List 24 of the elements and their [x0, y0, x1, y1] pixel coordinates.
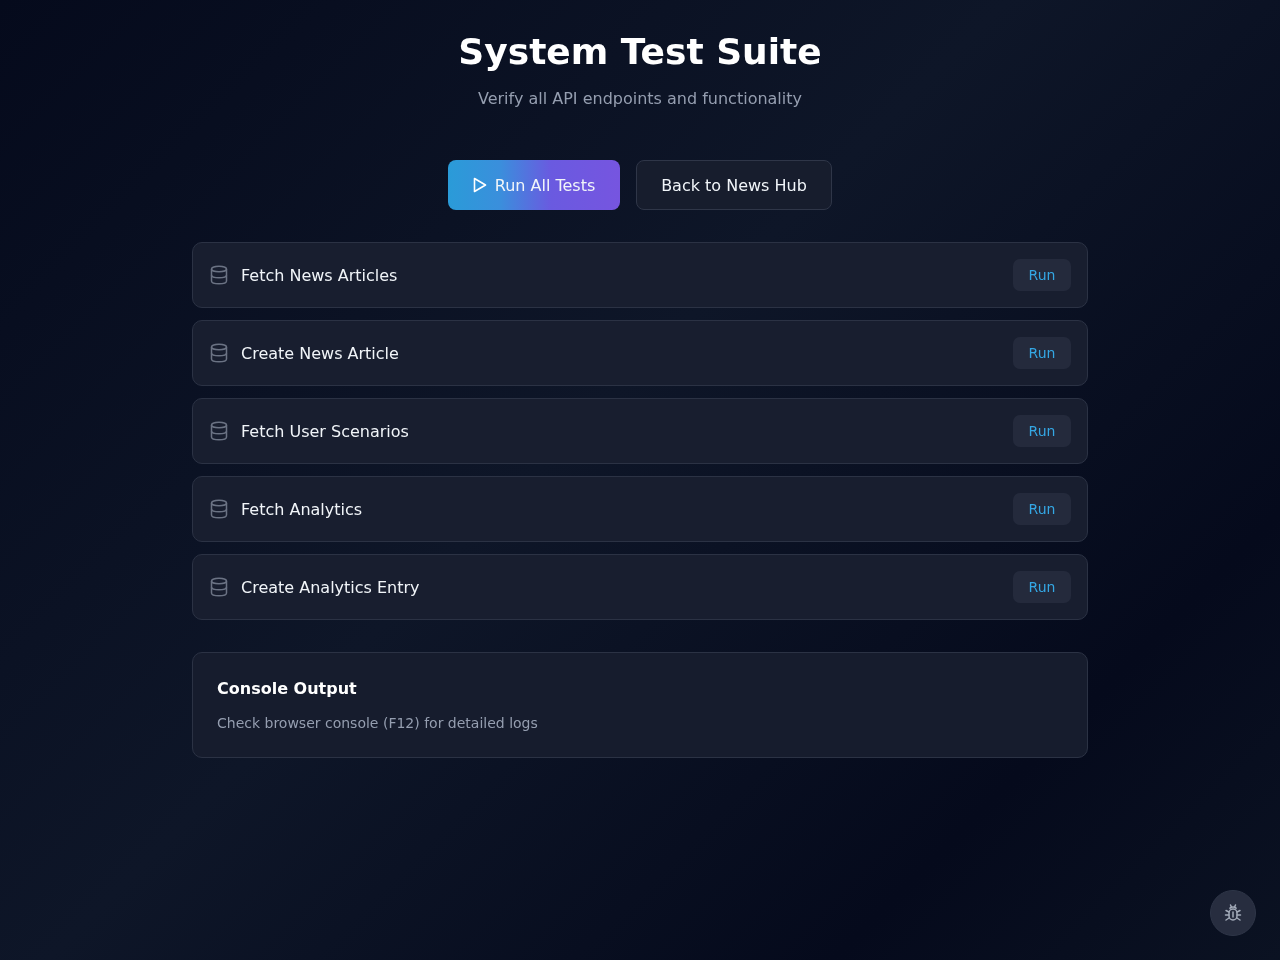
database-icon — [210, 577, 228, 597]
play-icon — [472, 177, 487, 193]
test-name: Fetch Analytics — [241, 499, 364, 519]
test-name: Create Analytics Entry — [241, 577, 421, 597]
database-icon — [210, 265, 228, 285]
test-name: Fetch User Scenarios — [241, 421, 410, 441]
run-all-tests-button[interactable]: Run All Tests — [448, 160, 620, 210]
console-title: Console Output — [217, 678, 358, 700]
run-test-button[interactable]: Run — [1013, 259, 1071, 291]
database-icon — [210, 499, 228, 519]
test-name: Create News Article — [241, 343, 400, 363]
database-icon — [210, 421, 228, 441]
run-test-button[interactable]: Run — [1013, 415, 1071, 447]
bug-icon — [1223, 903, 1243, 923]
test-name: Fetch News Articles — [241, 265, 399, 285]
run-test-button[interactable]: Run — [1013, 571, 1071, 603]
debug-button[interactable] — [1210, 890, 1256, 936]
run-test-button[interactable]: Run — [1013, 493, 1071, 525]
database-icon — [210, 343, 228, 363]
run-test-button[interactable]: Run — [1013, 337, 1071, 369]
back-button[interactable]: Back to News Hub — [636, 160, 832, 210]
page-title: System Test Suite — [458, 31, 822, 73]
page-subtitle: Verify all API endpoints and functionality — [478, 88, 802, 110]
console-hint: Check browser console (F12) for detailed logs — [217, 714, 539, 733]
